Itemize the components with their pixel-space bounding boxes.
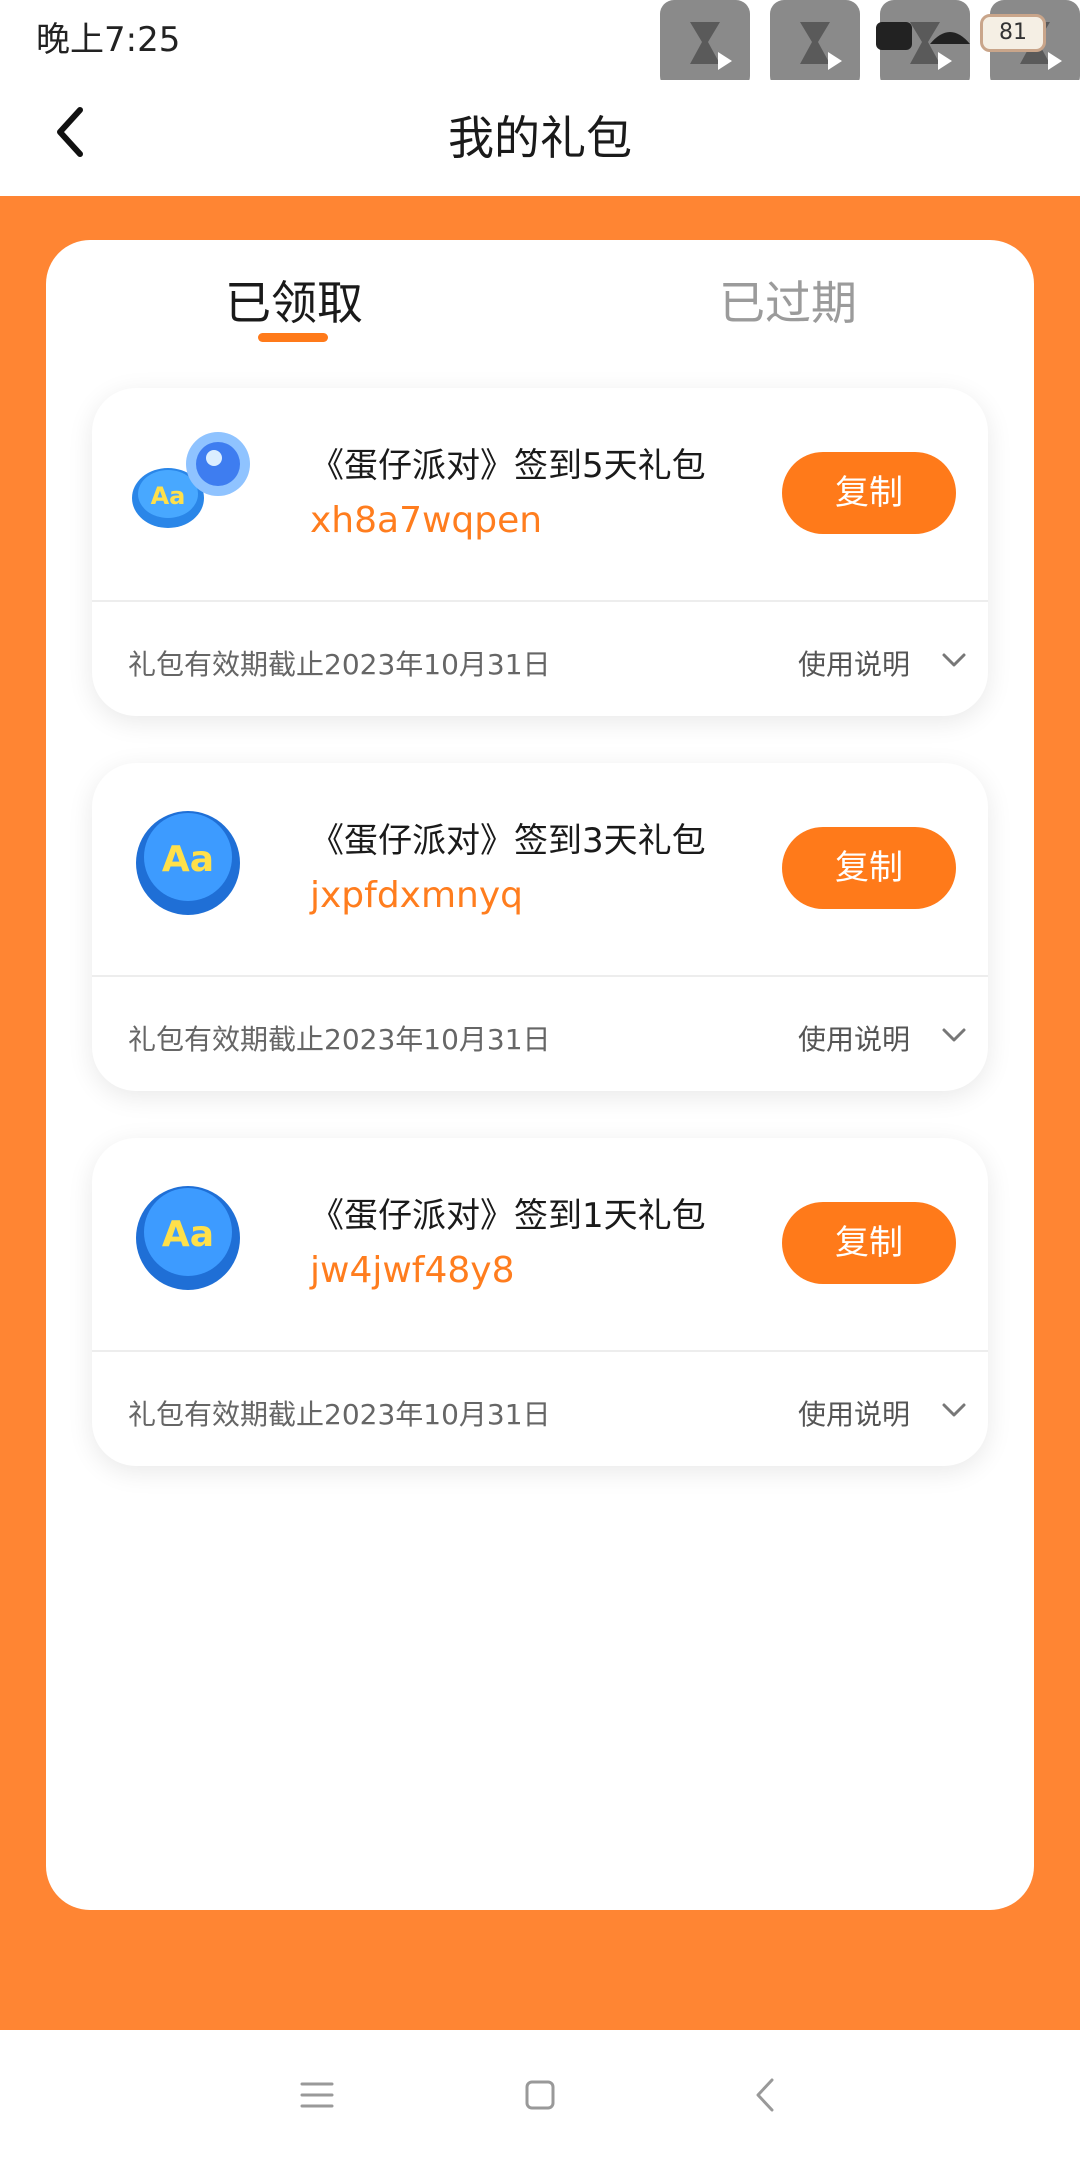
- home-icon[interactable]: [513, 2068, 567, 2122]
- tab-indicator: [258, 333, 328, 342]
- copy-button[interactable]: 复制: [782, 827, 956, 909]
- svg-text:Aa: Aa: [162, 839, 214, 880]
- page-title: 我的礼包: [448, 111, 632, 165]
- divider: [92, 600, 988, 602]
- usage-instructions-toggle[interactable]: 使用说明: [798, 1393, 910, 1433]
- chevron-down-icon[interactable]: [940, 1021, 968, 1049]
- gift-code: jw4jwf48y8: [310, 1250, 515, 1291]
- floating-video-icon: [800, 22, 842, 70]
- divider: [92, 975, 988, 977]
- gift-info: Aa 《蛋仔派对》签到5天礼包 xh8a7wqpen 复制: [92, 388, 988, 600]
- floating-video-button-2[interactable]: [770, 0, 860, 90]
- tab-received[interactable]: 已领取: [144, 268, 444, 338]
- header: 我的礼包: [0, 80, 1080, 196]
- gift-card: Aa 《蛋仔派对》签到1天礼包 jw4jwf48y8 复制 礼包有效期截止202…: [92, 1138, 988, 1466]
- battery-icon: 81: [980, 14, 1046, 52]
- svg-text:Aa: Aa: [151, 482, 186, 510]
- copy-button[interactable]: 复制: [782, 452, 956, 534]
- chevron-down-icon[interactable]: [940, 1396, 968, 1424]
- copy-button[interactable]: 复制: [782, 1202, 956, 1284]
- menu-icon[interactable]: [290, 2068, 344, 2122]
- gift-code: xh8a7wqpen: [310, 500, 543, 541]
- gift-expiry: 礼包有效期截止2023年10月31日: [128, 648, 551, 681]
- status-bar: 晚上7:25 81: [0, 0, 1080, 90]
- tab-expired[interactable]: 已过期: [638, 268, 938, 338]
- bottle-cap-with-gem-icon: Aa: [132, 432, 250, 528]
- gift-card: Aa 《蛋仔派对》签到5天礼包 xh8a7wqpen 复制 礼包有效期截止202…: [92, 388, 988, 716]
- floating-video-button-1[interactable]: [660, 0, 750, 90]
- gift-info: Aa 《蛋仔派对》签到1天礼包 jw4jwf48y8 复制: [92, 1138, 988, 1350]
- gift-name: 《蛋仔派对》签到1天礼包: [310, 1196, 706, 1236]
- gift-code: jxpfdxmnyq: [310, 875, 524, 916]
- gift-name: 《蛋仔派对》签到3天礼包: [310, 821, 706, 861]
- usage-instructions-toggle[interactable]: 使用说明: [798, 1018, 910, 1058]
- usage-instructions-toggle[interactable]: 使用说明: [798, 643, 910, 683]
- status-time: 晚上7:25: [36, 20, 181, 60]
- gift-info: Aa 《蛋仔派对》签到3天礼包 jxpfdxmnyq 复制: [92, 763, 988, 975]
- floating-video-icon: [690, 22, 732, 70]
- bottle-cap-icon: Aa: [136, 811, 240, 915]
- back-icon[interactable]: [740, 2068, 794, 2122]
- divider: [92, 1350, 988, 1352]
- chevron-down-icon[interactable]: [940, 646, 968, 674]
- gift-expiry: 礼包有效期截止2023年10月31日: [128, 1398, 551, 1431]
- gift-name: 《蛋仔派对》签到5天礼包: [310, 446, 706, 486]
- svg-text:Aa: Aa: [162, 1214, 214, 1255]
- bottle-cap-icon: Aa: [136, 1186, 240, 1290]
- gift-card: Aa 《蛋仔派对》签到3天礼包 jxpfdxmnyq 复制 礼包有效期截止202…: [92, 763, 988, 1091]
- gift-list-panel: 已领取 已过期 Aa 《蛋仔派对》签到5天礼包 xh8a7wqpen 复制 礼包…: [46, 240, 1034, 1910]
- system-navigation-bar: [0, 2030, 1080, 2160]
- gift-expiry: 礼包有效期截止2023年10月31日: [128, 1023, 551, 1056]
